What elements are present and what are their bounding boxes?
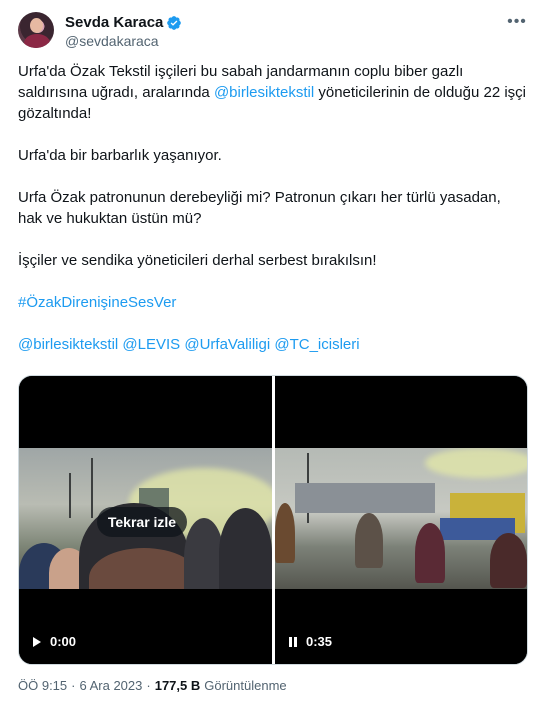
mention-link[interactable]: @birlesiktekstil (214, 84, 314, 101)
avatar[interactable] (18, 12, 54, 48)
play-icon[interactable] (33, 636, 41, 647)
video-time-left: 0:00 (50, 634, 77, 649)
video-player-right[interactable]: 0:35 (275, 376, 527, 664)
verified-badge-icon (167, 15, 182, 30)
hashtag-link[interactable]: #ÖzakDirenişineSesVer (18, 294, 176, 311)
avatar-face (30, 18, 43, 33)
video-frame-right (275, 448, 527, 589)
more-dots-icon[interactable]: ••• (506, 12, 528, 32)
pause-icon[interactable] (289, 636, 297, 647)
video-controls-right: 0:35 (289, 634, 332, 649)
tweet-header: Sevda Karaca @sevdakaraca ••• (18, 12, 528, 52)
tweet-paragraph-1: Urfa'da Özak Tekstil işçileri bu sabah j… (18, 61, 528, 124)
media-container: Tekrar izle 0:00 0:35 (18, 375, 528, 665)
tweet-paragraph-2: Urfa'da bir barbarlık yaşanıyor. (18, 147, 222, 164)
author-name-row: Sevda Karaca (65, 14, 182, 31)
avatar-shirt (24, 34, 50, 48)
tweet: Sevda Karaca @sevdakaraca ••• Urfa'da Öz… (0, 0, 541, 707)
author-name[interactable]: Sevda Karaca (65, 14, 163, 31)
video-player-left[interactable]: Tekrar izle 0:00 (19, 376, 272, 664)
tweet-paragraph-4: İşçiler ve sendika yöneticileri derhal s… (18, 252, 377, 269)
video-time-right: 0:35 (306, 634, 333, 649)
tweet-time[interactable]: ÖÖ 9:15 (18, 678, 67, 693)
meta-separator: · (146, 678, 151, 693)
view-count-label: Görüntülenme (204, 678, 287, 693)
video-controls-left: 0:00 (33, 634, 76, 649)
mention-link[interactable]: @birlesiktekstil (18, 336, 118, 353)
mention-link[interactable]: @LEVIS (122, 336, 180, 353)
mention-link[interactable]: @UrfaValiligi (184, 336, 270, 353)
author-handle[interactable]: @sevdakaraca (65, 33, 159, 49)
replay-button[interactable]: Tekrar izle (97, 507, 187, 537)
meta-separator: · (71, 678, 76, 693)
hashtag-paragraph: #ÖzakDirenişineSesVer (18, 292, 528, 313)
tweet-text: Urfa'da Özak Tekstil işçileri bu sabah j… (18, 61, 528, 355)
tweet-meta: ÖÖ 9:15 · 6 Ara 2023 · 177,5 B Görüntüle… (18, 678, 287, 693)
tweet-date[interactable]: 6 Ara 2023 (79, 678, 142, 693)
tweet-paragraph-3: Urfa Özak patronunun derebeyliği mi? Pat… (18, 189, 501, 227)
mention-link[interactable]: @TC_icisleri (274, 336, 359, 353)
view-count: 177,5 B (154, 678, 201, 693)
mentions-paragraph: @birlesiktekstil @LEVIS @UrfaValiligi @T… (18, 334, 528, 355)
